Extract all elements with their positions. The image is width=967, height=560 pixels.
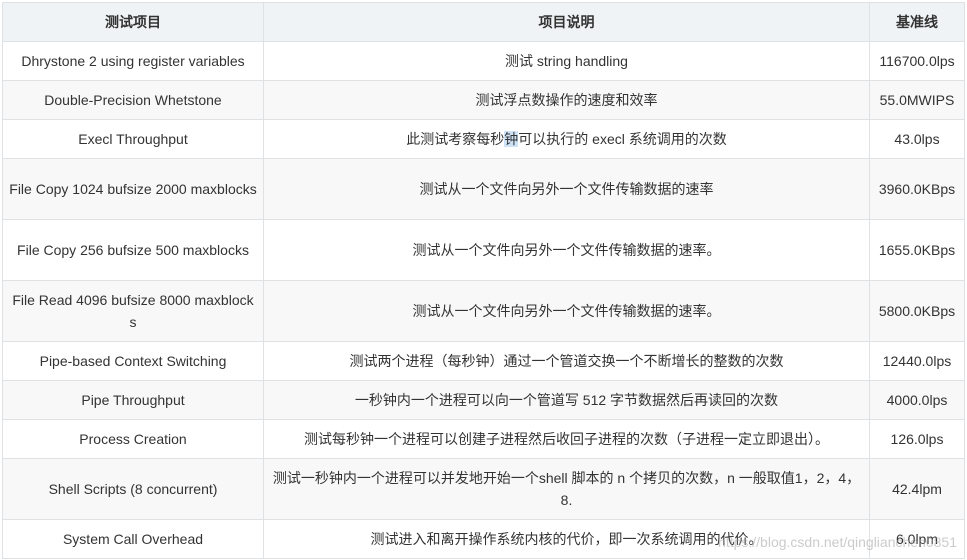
cell-description: 测试一秒钟内一个进程可以并发地开始一个shell 脚本的 n 个拷贝的次数，n …: [263, 458, 870, 520]
cell-baseline: 4000.0lps: [869, 380, 965, 420]
cell-baseline: 12440.0lps: [869, 341, 965, 381]
header-test-item: 测试项目: [2, 2, 264, 42]
cell-description: 测试进入和离开操作系统内核的代价，即一次系统调用的代价。: [263, 519, 870, 559]
cell-test-item: File Copy 1024 bufsize 2000 maxblocks: [2, 158, 264, 220]
cell-test-item: Process Creation: [2, 419, 264, 459]
cell-description: 测试两个进程（每秒钟）通过一个管道交换一个不断增长的整数的次数: [263, 341, 870, 381]
table-row: System Call Overhead 测试进入和离开操作系统内核的代价，即一…: [2, 519, 965, 559]
cell-description: 测试每秒钟一个进程可以创建子进程然后收回子进程的次数（子进程一定立即退出）。: [263, 419, 870, 459]
cell-baseline: 43.0lps: [869, 119, 965, 159]
desc-text-before: 此测试考察每秒: [406, 131, 505, 147]
cell-test-item: Shell Scripts (8 concurrent): [2, 458, 264, 520]
table-row: Double-Precision Whetstone 测试浮点数操作的速度和效率…: [2, 80, 965, 120]
table-row: Pipe Throughput 一秒钟内一个进程可以向一个管道写 512 字节数…: [2, 380, 965, 420]
cell-baseline: 6.0lpm: [869, 519, 965, 559]
table-row: Pipe-based Context Switching 测试两个进程（每秒钟）…: [2, 341, 965, 381]
text-selection[interactable]: 钟: [504, 131, 519, 147]
table-row: Dhrystone 2 using register variables 测试 …: [2, 41, 965, 81]
cell-description: 测试从一个文件向另外一个文件传输数据的速率: [263, 158, 870, 220]
header-description: 项目说明: [263, 2, 870, 42]
cell-baseline: 42.4lpm: [869, 458, 965, 520]
table-row: Execl Throughput 此测试考察每秒钟可以执行的 execl 系统调…: [2, 119, 965, 159]
cell-test-item: System Call Overhead: [2, 519, 264, 559]
benchmark-table: 测试项目 项目说明 基准线 Dhrystone 2 using register…: [2, 2, 965, 559]
cell-test-item: Double-Precision Whetstone: [2, 80, 264, 120]
cell-baseline: 3960.0KBps: [869, 158, 965, 220]
table-body: Dhrystone 2 using register variables 测试 …: [2, 41, 965, 559]
header-row: 测试项目 项目说明 基准线: [2, 2, 965, 42]
table-row: File Read 4096 bufsize 8000 maxblocks 测试…: [2, 280, 965, 342]
table-row: File Copy 1024 bufsize 2000 maxblocks 测试…: [2, 158, 965, 220]
table-header: 测试项目 项目说明 基准线: [2, 2, 965, 42]
cell-baseline: 116700.0lps: [869, 41, 965, 81]
cell-baseline: 55.0MWIPS: [869, 80, 965, 120]
cell-description: 测试浮点数操作的速度和效率: [263, 80, 870, 120]
cell-test-item: File Copy 256 bufsize 500 maxblocks: [2, 219, 264, 281]
cell-baseline: 126.0lps: [869, 419, 965, 459]
cell-baseline: 1655.0KBps: [869, 219, 965, 281]
cell-description: 测试从一个文件向另外一个文件传输数据的速率。: [263, 280, 870, 342]
cell-description[interactable]: 此测试考察每秒钟可以执行的 execl 系统调用的次数: [263, 119, 870, 159]
cell-test-item: File Read 4096 bufsize 8000 maxblocks: [2, 280, 264, 342]
table-row: Shell Scripts (8 concurrent) 测试一秒钟内一个进程可…: [2, 458, 965, 520]
cell-test-item: Dhrystone 2 using register variables: [2, 41, 264, 81]
header-baseline: 基准线: [869, 2, 965, 42]
cell-description: 测试 string handling: [263, 41, 870, 81]
cell-test-item: Pipe-based Context Switching: [2, 341, 264, 381]
table-row: File Copy 256 bufsize 500 maxblocks 测试从一…: [2, 219, 965, 281]
page: 测试项目 项目说明 基准线 Dhrystone 2 using register…: [0, 0, 967, 560]
desc-text-after: 可以执行的 execl 系统调用的次数: [518, 131, 727, 147]
cell-baseline: 5800.0KBps: [869, 280, 965, 342]
cell-test-item: Execl Throughput: [2, 119, 264, 159]
cell-description: 测试从一个文件向另外一个文件传输数据的速率。: [263, 219, 870, 281]
cell-test-item: Pipe Throughput: [2, 380, 264, 420]
cell-description: 一秒钟内一个进程可以向一个管道写 512 字节数据然后再读回的次数: [263, 380, 870, 420]
table-row: Process Creation 测试每秒钟一个进程可以创建子进程然后收回子进程…: [2, 419, 965, 459]
